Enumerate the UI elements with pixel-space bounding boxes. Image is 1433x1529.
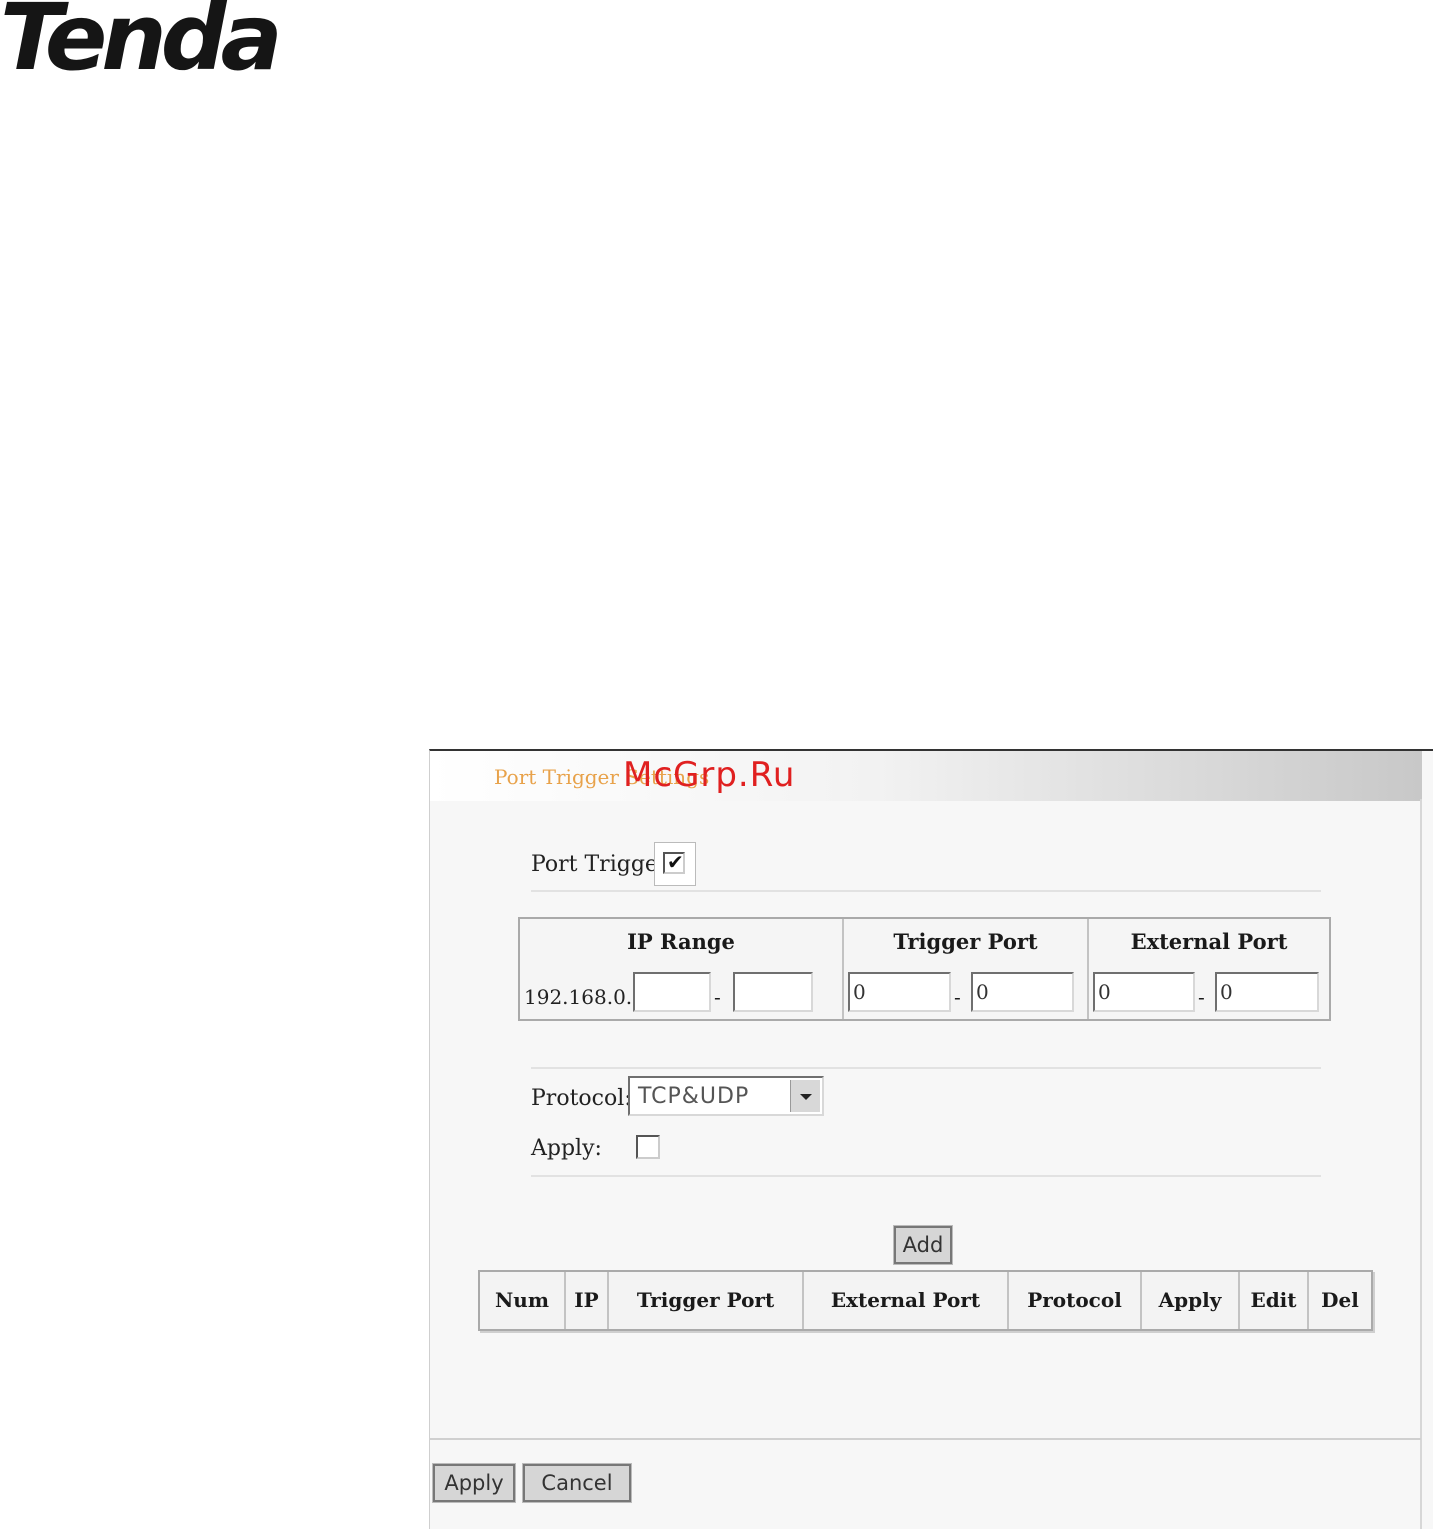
range-table: IP Range 192.168.0. - Trigger Port 0 - 0… (518, 917, 1331, 1021)
external-port-end-input[interactable]: 0 (1215, 972, 1319, 1012)
port-trigger-checkbox[interactable]: ✔ (663, 850, 685, 874)
ip-range-header: IP Range (627, 929, 735, 954)
column-header-num: Num (480, 1272, 566, 1329)
watermark-text: McGrp.Ru (623, 755, 796, 795)
trigger-port-column: Trigger Port 0 - 0 (844, 919, 1089, 1019)
column-header-ip: IP (566, 1272, 609, 1329)
rules-list-table: Num IP Trigger Port External Port Protoc… (478, 1270, 1373, 1331)
panel-right-edge (1420, 799, 1422, 1529)
divider (531, 1175, 1321, 1177)
column-header-external-port: External Port (804, 1272, 1009, 1329)
apply-checkbox[interactable] (636, 1135, 660, 1159)
protocol-selected-value: TCP&UDP (638, 1084, 750, 1109)
protocol-select[interactable]: TCP&UDP (628, 1076, 824, 1116)
external-port-header: External Port (1130, 929, 1288, 954)
column-header-del: Del (1321, 1288, 1359, 1312)
column-header-trigger-port: Trigger Port (609, 1272, 804, 1329)
tenda-logo: Tenda® (0, 0, 291, 84)
apply-button[interactable]: Apply (432, 1463, 516, 1503)
trigger-port-end-input[interactable]: 0 (971, 972, 1074, 1012)
column-header-edit: Edit (1240, 1272, 1309, 1329)
panel-header: Port Trigger Settings McGrp.Ru (430, 751, 1422, 801)
ip-prefix: 192.168.0. (524, 985, 633, 1009)
ip-separator: - (714, 985, 721, 1009)
trigger-separator: - (954, 985, 961, 1009)
ip-range-column: IP Range 192.168.0. - (520, 919, 844, 1019)
footer-divider (429, 1438, 1421, 1440)
column-header-apply: Apply (1142, 1272, 1240, 1329)
ip-start-input[interactable] (633, 972, 711, 1012)
column-header-protocol: Protocol (1009, 1272, 1142, 1329)
apply-label: Apply: (531, 1136, 602, 1161)
external-separator: - (1198, 985, 1205, 1009)
trigger-port-header: Trigger Port (893, 929, 1038, 954)
external-port-column: External Port 0 - 0 (1089, 919, 1329, 1019)
trigger-port-start-input[interactable]: 0 (848, 972, 951, 1012)
dropdown-arrow-icon[interactable] (790, 1080, 820, 1112)
ip-end-input[interactable] (733, 972, 813, 1012)
protocol-label: Protocol: (531, 1086, 632, 1111)
checkmark-icon: ✔ (667, 850, 684, 874)
divider (531, 1067, 1321, 1069)
cancel-button[interactable]: Cancel (522, 1463, 632, 1503)
divider (531, 890, 1321, 892)
add-button[interactable]: Add (893, 1225, 953, 1265)
logo-text: Tenda (0, 0, 283, 91)
external-port-start-input[interactable]: 0 (1093, 972, 1195, 1012)
